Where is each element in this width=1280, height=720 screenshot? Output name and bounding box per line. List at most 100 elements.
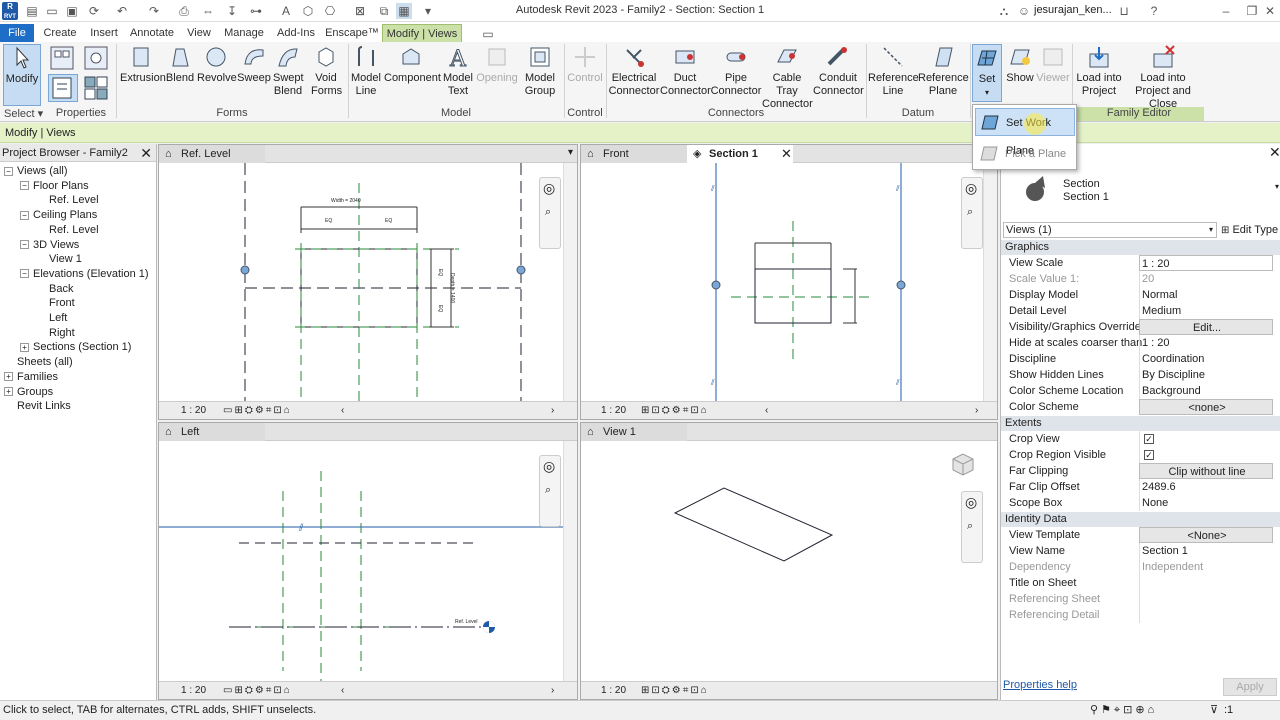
view-window-left[interactable]: ⌂ Left ⫽ Ref. Level ◎ ⌕ 1 : 20 ▭⊞⛭⚙⌗⊡⌂ ‹ [158,422,578,700]
expand-icon[interactable]: + [4,372,13,382]
tree-node[interactable]: − Ceiling Plans [20,208,97,222]
tab-modify-views[interactable]: Modify | Views [382,24,462,42]
tree-node[interactable]: + Sections (Section 1) [20,340,131,354]
prop-crop-view[interactable]: Crop View ✓ [1003,431,1275,447]
tab-annotate[interactable]: Annotate [126,24,178,42]
prop-value[interactable]: Normal [1139,287,1273,303]
collapse-icon[interactable]: − [20,240,29,250]
revolve-button[interactable]: Revolve [197,44,237,106]
prop-value[interactable] [1139,575,1273,591]
navigation-bar[interactable]: ◎ ⌕ [539,177,561,249]
collaborate-icon[interactable]: ⛬ [996,3,1012,19]
close-icon[interactable]: ✕ [140,144,152,162]
color-scheme-button[interactable]: <none> [1139,399,1273,415]
prop-title-on-sheet[interactable]: Title on Sheet [1003,575,1275,591]
crop-view-checkbox[interactable]: ✓ [1144,434,1154,444]
navigation-bar[interactable]: ◎ ⌕ [539,455,561,527]
group-extents[interactable]: Extents [1001,416,1280,431]
prop-scope-box[interactable]: Scope Box None [1003,495,1275,511]
prop-view-template[interactable]: View Template <None> [1003,527,1275,543]
view-scale[interactable]: 1 : 20 [601,682,626,699]
set-work-plane-button[interactable]: Set ▾ [972,44,1002,102]
steering-wheel-icon[interactable]: ◎ [543,180,555,197]
edit-type-button[interactable]: ⊞ Edit Type [1221,222,1279,238]
prop-value[interactable]: None [1139,495,1273,511]
zoom-icon[interactable]: ⌕ [545,206,551,219]
tree-node[interactable]: Front [36,296,75,310]
steering-wheel-icon[interactable]: ◎ [965,494,977,511]
minimize-icon[interactable]: – [1218,3,1234,19]
view-controls-icons[interactable]: ⊞⊡⛭⚙⌗⊡⌂ [641,682,709,699]
zoom-icon[interactable]: ⌕ [967,520,973,533]
view-window-section-1[interactable]: ⌂ Front ◈ Section 1 ✕ ⫽ ⫽ ⫽ ⫽ ◎ ⌕ 1: 20… [580,144,998,420]
load-into-project-and-close-button[interactable]: Load into Project and Close [1124,44,1202,110]
view-scale[interactable]: 1 : 20 [601,402,626,419]
tree-node[interactable]: Ref. Level [36,223,99,237]
scroll-right-icon[interactable]: › [551,682,554,699]
zoom-icon[interactable]: ⌕ [967,206,973,219]
zoom-icon[interactable]: ⌕ [545,484,551,497]
swept-blend-button[interactable]: Swept Blend [271,44,305,106]
crop-region-checkbox[interactable]: ✓ [1144,450,1154,460]
navigation-bar[interactable]: ◎ ⌕ [961,491,983,563]
type-selector[interactable]: Section Section 1 ▾ [1005,168,1279,220]
user-icon[interactable]: ☺ [1016,3,1032,19]
vertical-scrollbar[interactable] [563,441,577,681]
blend-button[interactable]: Blend [164,44,196,106]
modify-button[interactable]: Modify [3,44,41,106]
tree-node[interactable]: Left [36,311,67,325]
tree-node[interactable]: Right [36,326,75,340]
prop-value[interactable]: 1 : 20 [1139,255,1273,271]
tree-node[interactable]: − Elevations (Elevation 1) [20,267,149,281]
user-name[interactable]: jesurajan_ken... [1034,4,1112,16]
model-text-button[interactable]: A Model Text [440,44,476,106]
extrusion-button[interactable]: Extrusion [120,44,166,106]
collapse-icon[interactable]: − [20,181,29,191]
scroll-left-icon[interactable]: ‹ [341,682,344,699]
prop-color-scheme-location[interactable]: Color Scheme Location Background [1003,383,1275,399]
prop-crop-region-visible[interactable]: Crop Region Visible ✓ [1003,447,1275,463]
scroll-right-icon[interactable]: › [551,402,554,419]
steering-wheel-icon[interactable]: ◎ [965,180,977,197]
void-forms-button[interactable]: Void Forms [308,44,344,106]
prop-hide-at-scales[interactable]: Hide at scales coarser than 1 : 20 [1003,335,1275,351]
scroll-left-icon[interactable]: ‹ [341,402,344,419]
instance-filter[interactable]: Views (1) ▾ [1003,222,1217,238]
tree-node[interactable]: Ref. Level [36,193,99,207]
show-work-plane-button[interactable]: Show [1004,44,1036,106]
sweep-button[interactable]: Sweep [237,44,271,106]
vertical-scrollbar[interactable] [563,163,577,401]
view-scale[interactable]: 1 : 20 [181,682,206,699]
model-line-button[interactable]: Model Line [350,44,382,106]
edit-vg-button[interactable]: Edit... [1139,319,1273,335]
view-controls-icons[interactable]: ⊞⊡⛭⚙⌗⊡⌂ [641,402,709,419]
properties-help-link[interactable]: Properties help [1003,679,1077,691]
tab-left[interactable]: ⌂ Left [159,423,265,441]
tab-enscape[interactable]: Enscape™ [324,24,380,42]
control-button[interactable]: Control [566,44,604,106]
prop-show-hidden-lines[interactable]: Show Hidden Lines By Discipline [1003,367,1275,383]
tab-create[interactable]: Create [38,24,82,42]
tab-front[interactable]: ⌂ Front [581,145,687,163]
prop-color-scheme[interactable]: Color Scheme <none> [1003,399,1275,415]
tree-node[interactable]: View 1 [36,252,82,266]
tree-node[interactable]: −3D Views [20,238,79,252]
close-icon[interactable]: ✕ [781,145,792,163]
model-group-button[interactable]: Model Group [521,44,559,106]
prop-detail-level[interactable]: Detail Level Medium [1003,303,1275,319]
opening-button[interactable]: Opening [476,44,518,106]
restore-icon[interactable]: ❐ [1244,3,1260,19]
vertical-scrollbar[interactable] [983,163,997,401]
tree-node[interactable]: − Floor Plans [20,179,89,193]
cart-icon[interactable]: ⊔ [1116,3,1132,19]
collapse-icon[interactable]: − [20,269,29,279]
set-work-plane-menu-item[interactable]: Set Work Plane [975,108,1075,157]
expand-icon[interactable]: + [4,387,13,397]
prop-value[interactable]: 1 : 20 [1139,335,1273,351]
viewer-button[interactable]: Viewer [1036,44,1070,106]
tree-node[interactable]: Back [36,282,73,296]
group-identity-data[interactable]: Identity Data [1001,512,1280,527]
navigation-bar[interactable]: ◎ ⌕ [961,177,983,249]
tab-file[interactable]: File [0,24,34,42]
reference-line-button[interactable]: Reference Line [868,44,919,106]
